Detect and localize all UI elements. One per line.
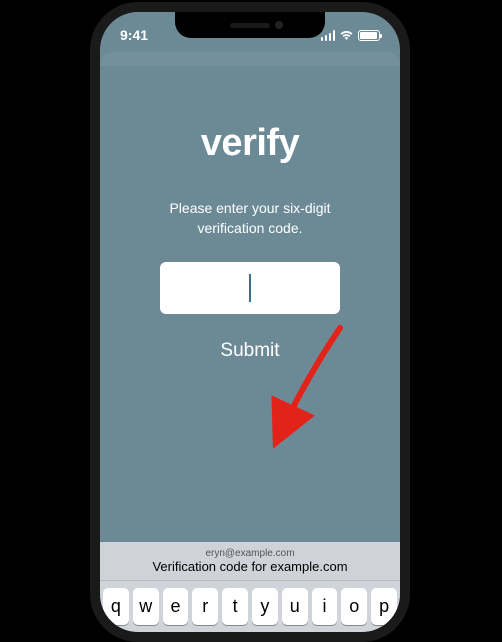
key-y[interactable]: y	[252, 588, 278, 625]
instruction-line: verification code.	[197, 220, 302, 236]
key-u[interactable]: u	[282, 588, 308, 625]
status-time: 9:41	[120, 27, 148, 43]
key-i[interactable]: i	[312, 588, 338, 625]
key-t[interactable]: t	[222, 588, 248, 625]
keyboard: eryn@example.com Verification code for e…	[100, 542, 400, 632]
key-q[interactable]: q	[103, 588, 129, 625]
submit-button[interactable]: Submit	[220, 340, 279, 362]
key-p[interactable]: p	[371, 588, 397, 625]
device-notch	[175, 12, 325, 38]
speaker	[230, 23, 270, 28]
app-screen: verify Please enter your six-digit verif…	[100, 12, 400, 632]
battery-icon	[358, 30, 380, 41]
key-w[interactable]: w	[133, 588, 159, 625]
key-o[interactable]: o	[341, 588, 367, 625]
key-e[interactable]: e	[163, 588, 189, 625]
autofill-suggestion[interactable]: eryn@example.com Verification code for e…	[100, 542, 400, 581]
instruction-text: Please enter your six-digit verification…	[130, 199, 370, 238]
phone-frame: 9:41 verify Please enter your six-digit …	[90, 2, 410, 642]
instruction-line: Please enter your six-digit	[169, 200, 330, 216]
page-title: verify	[130, 122, 370, 165]
key-r[interactable]: r	[192, 588, 218, 625]
text-caret	[249, 274, 251, 302]
autofill-description: Verification code for example.com	[100, 559, 400, 575]
verification-code-input[interactable]	[160, 262, 340, 314]
cellular-icon	[321, 30, 336, 41]
keyboard-row-1: q w e r t y u i o p	[100, 581, 400, 632]
verify-content: verify Please enter your six-digit verif…	[100, 62, 400, 362]
status-right	[321, 30, 381, 41]
wifi-icon	[339, 30, 354, 41]
camera-dot	[275, 21, 283, 29]
autofill-email: eryn@example.com	[100, 548, 400, 559]
